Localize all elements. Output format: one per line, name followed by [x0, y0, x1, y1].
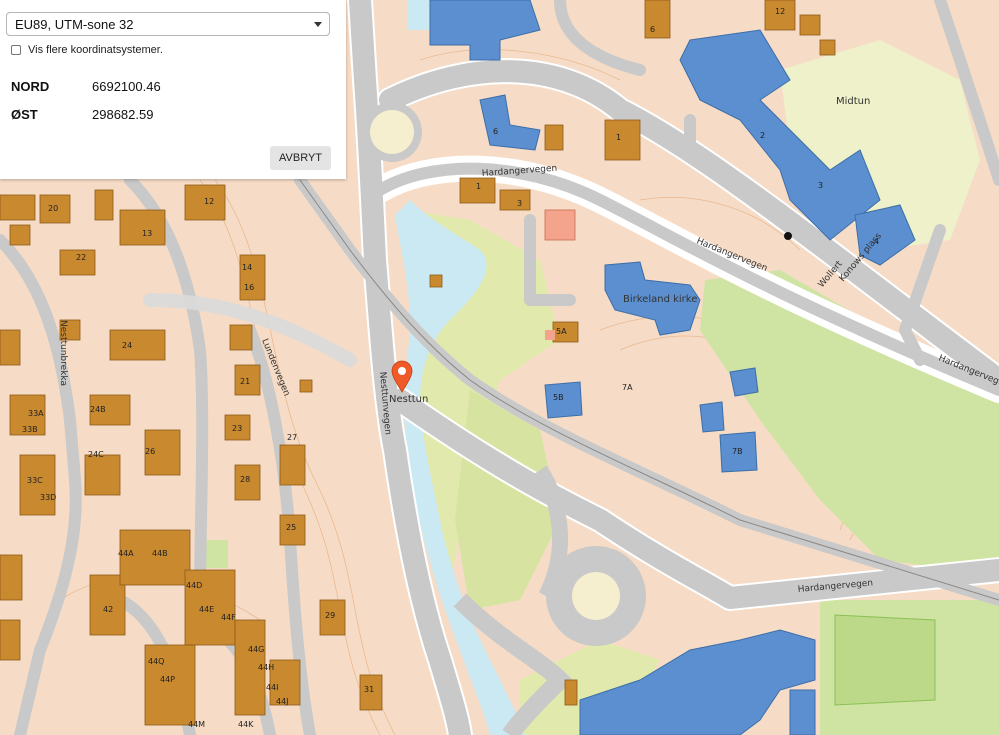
coordinate-panel: EU89, UTM-sone 32 Vis flere koordinatsys… [0, 0, 346, 179]
highlight-building-small [545, 330, 555, 340]
bldnum: 22 [76, 253, 86, 262]
bldnum: 44F [221, 613, 236, 622]
bldnum: 33C [27, 476, 43, 485]
bldnum: 6 [650, 25, 655, 34]
bldnum: 14 [242, 263, 252, 272]
bldnum: 1 [616, 133, 621, 142]
highlight-building [544, 209, 576, 241]
bldnum: 33D [40, 493, 56, 502]
bldnum: 24B [90, 405, 106, 414]
chevron-down-icon [314, 22, 322, 27]
bldnum: 44K [238, 720, 254, 729]
more-systems-label: Vis flere koordinatsystemer. [28, 44, 163, 56]
bldnum: 20 [48, 204, 58, 213]
bldnum: 44Q [148, 657, 164, 666]
bldnum: 26 [145, 447, 155, 456]
bldnum: 44B [152, 549, 168, 558]
cancel-button[interactable]: AVBRYT [270, 146, 331, 170]
coordinate-system-value: EU89, UTM-sone 32 [15, 17, 134, 32]
bldnum: 13 [142, 229, 152, 238]
bldnum: 44D [186, 581, 202, 590]
east-value: 298682.59 [92, 107, 154, 122]
landmark-dot [784, 232, 792, 240]
bldnum: 12 [775, 7, 785, 16]
more-systems-checkbox[interactable] [11, 45, 21, 55]
bldnum: 16 [244, 283, 254, 292]
coordinate-system-select[interactable]: EU89, UTM-sone 32 [6, 12, 330, 36]
bldnum: 44J [276, 697, 289, 706]
bldnum: 44I [266, 683, 279, 692]
bldnum: 12 [204, 197, 214, 206]
bldnum: 44E [199, 605, 214, 614]
place-label-midtun: Midtun [836, 96, 870, 107]
north-label: NORD [11, 79, 50, 94]
bldnum: 2 [760, 131, 765, 140]
bldnum: 5B [553, 393, 564, 402]
bldnum: 31 [364, 685, 374, 694]
bldnum: 7A [622, 383, 633, 392]
bldnum: 3 [818, 181, 823, 190]
bldnum: 44M [188, 720, 205, 729]
bldnum: 28 [240, 475, 250, 484]
bldnum: 33B [22, 425, 38, 434]
bldnum: 7B [732, 447, 743, 456]
bldnum: 24 [122, 341, 132, 350]
road-label-nesttunbrekka: Nesttunbrekka [58, 320, 68, 386]
bldnum: 42 [103, 605, 113, 614]
bldnum: 6 [493, 127, 498, 136]
marker-label: Nesttun [389, 394, 428, 405]
bldnum: 3 [517, 199, 522, 208]
bldnum: 21 [240, 377, 250, 386]
bldnum: 1 [476, 182, 481, 191]
bldnum: 33A [28, 409, 44, 418]
north-value: 6692100.46 [92, 79, 161, 94]
bldnum: 27 [287, 433, 297, 442]
water-top [408, 0, 430, 30]
bldnum: 44P [160, 675, 175, 684]
bldnum: 29 [325, 611, 335, 620]
bldnum: 23 [232, 424, 242, 433]
bldnum: 44H [258, 663, 274, 672]
bldnum: 24C [88, 450, 104, 459]
bldnum: 44A [118, 549, 134, 558]
bldnum: 25 [286, 523, 296, 532]
bldnum: 44G [248, 645, 264, 654]
bldnum: 5A [556, 327, 567, 336]
place-label-church-1: Birkeland kirke [623, 294, 697, 305]
east-label: ØST [11, 107, 38, 122]
